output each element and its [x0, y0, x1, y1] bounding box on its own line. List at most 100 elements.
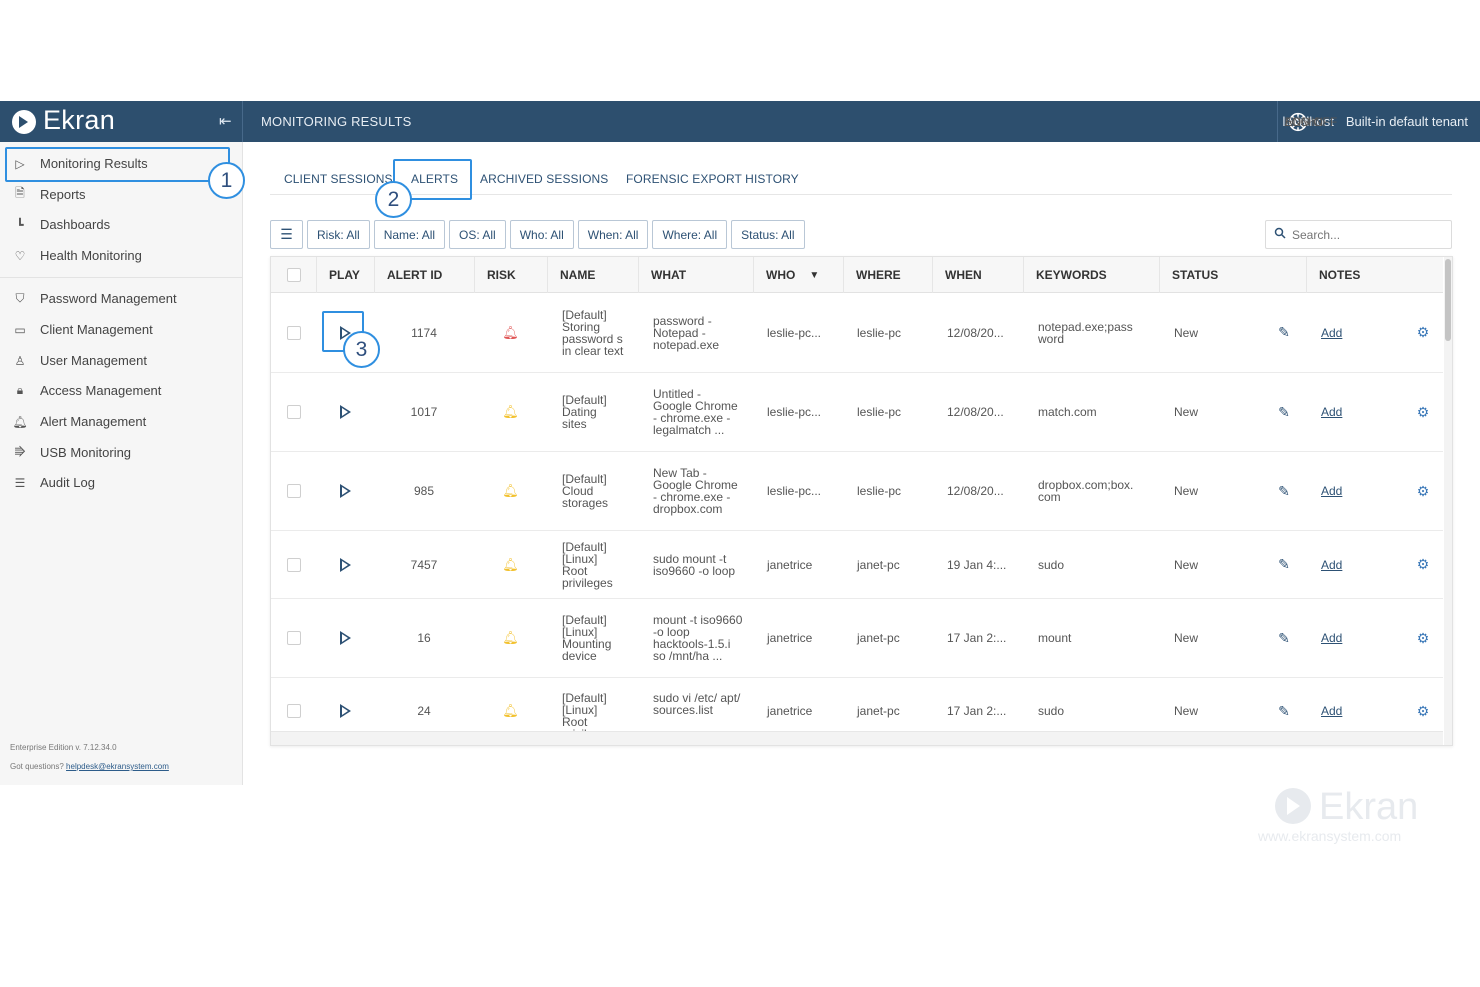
tenant-label[interactable]: Built-in default tenant [1340, 114, 1480, 129]
sidebar-item-label: Client Management [40, 322, 153, 337]
sidebar-item-alert-management[interactable]: 🔔︎ Alert Management [0, 406, 243, 437]
table-row[interactable]: 985 🔔︎ [Default] Cloud storages New Tab … [271, 452, 1443, 531]
sidebar-item-health-monitoring[interactable]: ♡ Health Monitoring [0, 240, 243, 271]
vertical-scrollbar-thumb[interactable] [1445, 259, 1451, 341]
table-row[interactable]: 24 🔔︎ [Default] [Linux] Root privileges … [271, 678, 1443, 731]
play-icon[interactable] [339, 557, 351, 572]
edit-status-cell: ✎ [1269, 373, 1299, 451]
add-note-link[interactable]: Add [1321, 405, 1342, 419]
risk-medium-bell-icon: 🔔︎ [502, 630, 519, 645]
row-settings-cell: ⚙ [1409, 678, 1437, 731]
pencil-icon[interactable]: ✎ [1278, 483, 1290, 500]
header-who[interactable]: WHO ▼ [753, 257, 843, 293]
tab-archived-sessions[interactable]: ARCHIVED SESSIONS [480, 172, 608, 186]
filter-risk[interactable]: Risk: All [307, 220, 370, 249]
edit-status-cell: ✎ [1269, 678, 1299, 731]
sidebar-item-usb-monitoring[interactable]: ⭆ USB Monitoring [0, 437, 243, 468]
top-right-controls: localhost Built-in default tenant ? ADMI… [1276, 101, 1480, 142]
sidebar-item-audit-log[interactable]: ☰ Audit Log [0, 467, 243, 498]
risk-medium-bell-icon: 🔔︎ [502, 483, 519, 498]
gear-icon[interactable]: ⚙ [1417, 703, 1430, 720]
header-what[interactable]: WHAT [638, 257, 753, 293]
play-icon[interactable] [339, 405, 351, 419]
edit-status-cell: ✎ [1269, 452, 1299, 530]
alert-when: 12/08/20... [947, 325, 1004, 340]
header-risk[interactable]: RISK [474, 257, 547, 293]
pencil-icon[interactable]: ✎ [1278, 404, 1290, 421]
gear-icon[interactable]: ⚙ [1417, 324, 1430, 341]
pencil-icon[interactable]: ✎ [1278, 703, 1290, 720]
filter-status[interactable]: Status: All [731, 220, 805, 249]
pencil-icon[interactable]: ✎ [1278, 324, 1290, 341]
filter-when[interactable]: When: All [577, 220, 649, 249]
row-checkbox[interactable] [286, 484, 301, 498]
tab-client-sessions[interactable]: CLIENT SESSIONS [284, 172, 393, 186]
play-cell [316, 599, 374, 677]
sidebar-item-access-management[interactable]: 🔒︎ Access Management [0, 375, 243, 406]
add-note-link[interactable]: Add [1321, 326, 1342, 340]
row-checkbox[interactable] [286, 704, 301, 718]
sort-desc-icon[interactable]: ▼ [809, 270, 819, 281]
header-where[interactable]: WHERE [843, 257, 932, 293]
sidebar-item-dashboards[interactable]: ┗ Dashboards [0, 209, 243, 240]
header-name[interactable]: NAME [547, 257, 638, 293]
play-icon[interactable] [339, 704, 351, 718]
row-checkbox[interactable] [286, 325, 301, 340]
add-note-link[interactable]: Add [1321, 704, 1342, 718]
header-notes[interactable]: NOTES [1306, 257, 1443, 293]
header-when[interactable]: WHEN [932, 257, 1023, 293]
row-checkbox[interactable] [286, 405, 301, 419]
sidebar-item-label: Health Monitoring [40, 248, 142, 263]
column-list-icon[interactable]: ☰ [270, 220, 303, 249]
language-select[interactable]: EN ⌵ [1276, 101, 1320, 142]
pencil-icon[interactable]: ✎ [1278, 630, 1290, 647]
chevron-down-icon: ⌵ [1305, 116, 1313, 127]
add-note-link[interactable]: Add [1321, 558, 1342, 572]
collapse-sidebar-icon[interactable]: ⇤ [219, 112, 232, 130]
horizontal-scrollbar[interactable] [271, 731, 1443, 745]
alert-what: Untitled - Google Chrome - chrome.exe - … [653, 387, 738, 437]
gear-icon[interactable]: ⚙ [1417, 630, 1430, 647]
play-cell [316, 373, 374, 451]
alert-keywords: sudo [1038, 557, 1065, 572]
risk-cell: 🔔︎ [474, 373, 547, 451]
play-icon[interactable] [339, 484, 351, 498]
alert-status: New [1174, 325, 1199, 340]
pencil-icon[interactable]: ✎ [1278, 556, 1290, 573]
table-row[interactable]: 1174 🔔︎ [Default] Storing password s in … [271, 293, 1443, 373]
header-status[interactable]: STATUS [1159, 257, 1306, 293]
filter-name[interactable]: Name: All [373, 220, 446, 249]
play-icon[interactable] [339, 631, 351, 645]
sidebar-item-password-management[interactable]: ⛉ Password Management [0, 283, 243, 314]
filter-where[interactable]: Where: All [652, 220, 728, 249]
risk-cell: 🔔︎ [474, 452, 547, 530]
support-email-link[interactable]: helpdesk@ekransystem.com [66, 762, 169, 771]
table-row[interactable]: 1017 🔔︎ [Default] Dating sites Untitled … [271, 373, 1443, 452]
add-note-link[interactable]: Add [1321, 484, 1342, 498]
header-keywords[interactable]: KEYWORDS [1023, 257, 1159, 293]
table-row[interactable]: 7457 🔔︎ [Default] [Linux] Root privilege… [271, 531, 1443, 599]
filter-os[interactable]: OS: All [449, 220, 506, 249]
table-row[interactable]: 16 🔔︎ [Default] [Linux] Mounting device … [271, 599, 1443, 678]
gear-icon[interactable]: ⚙ [1417, 404, 1430, 421]
tab-forensic-export-history[interactable]: FORENSIC EXPORT HISTORY [626, 172, 799, 186]
sidebar-item-label: User Management [40, 353, 147, 368]
callout-number: 3 [343, 331, 380, 368]
select-all-checkbox[interactable] [286, 268, 301, 282]
language-label: EN [1284, 114, 1302, 129]
callout-number: 1 [208, 162, 245, 199]
top-bar: Ekran ⇤ MONITORING RESULTS localhost Bui… [0, 101, 1480, 142]
row-checkbox[interactable] [286, 557, 301, 572]
search-input[interactable] [1292, 227, 1442, 242]
gear-icon[interactable]: ⚙ [1417, 483, 1430, 500]
sidebar-item-reports[interactable]: 🗎 Reports [0, 179, 243, 210]
sidebar-item-user-management[interactable]: ♙ User Management [0, 345, 243, 376]
sidebar-item-client-management[interactable]: ▭ Client Management [0, 314, 243, 345]
add-note-link[interactable]: Add [1321, 631, 1342, 645]
filter-who[interactable]: Who: All [509, 220, 574, 249]
header-alert-id[interactable]: ALERT ID [374, 257, 474, 293]
row-checkbox[interactable] [286, 631, 301, 645]
dashboard-icon: ┗ [16, 217, 24, 232]
header-play[interactable]: PLAY [316, 257, 374, 293]
gear-icon[interactable]: ⚙ [1417, 556, 1430, 573]
